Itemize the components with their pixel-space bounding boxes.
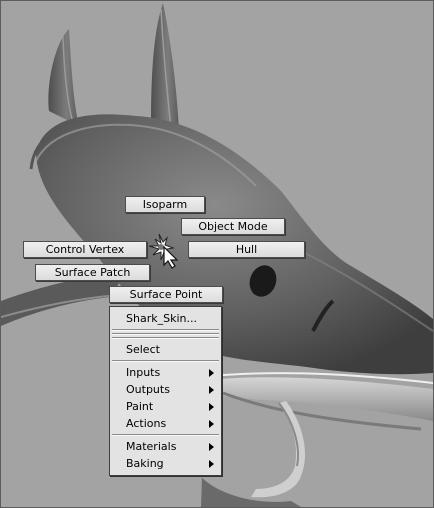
submenu-arrow-icon bbox=[209, 369, 214, 377]
menu-separator bbox=[112, 337, 219, 339]
menu-separator bbox=[112, 333, 219, 335]
menu-separator bbox=[112, 434, 219, 436]
menu-item-paint[interactable]: Paint bbox=[110, 398, 221, 415]
submenu-arrow-icon bbox=[209, 386, 214, 394]
marking-menu-center-cursor-icon bbox=[148, 233, 179, 269]
surface-patch-button[interactable]: Surface Patch bbox=[35, 264, 150, 281]
menu-item-inputs[interactable]: Inputs bbox=[110, 364, 221, 381]
menu-item-select[interactable]: Select bbox=[110, 341, 221, 358]
menu-separator bbox=[112, 360, 219, 362]
menu-item-object-name[interactable]: Shark_Skin... bbox=[110, 310, 221, 327]
object-mode-button[interactable]: Object Mode bbox=[181, 218, 285, 235]
menu-separator bbox=[112, 329, 219, 331]
control-vertex-button[interactable]: Control Vertex bbox=[23, 241, 147, 258]
3d-viewport[interactable]: Isoparm Object Mode Control Vertex Hull … bbox=[0, 0, 434, 508]
menu-item-label: Outputs bbox=[126, 383, 170, 396]
menu-item-label: Select bbox=[126, 343, 160, 356]
menu-item-label: Materials bbox=[126, 440, 177, 453]
menu-item-label: Shark_Skin... bbox=[126, 312, 197, 325]
menu-item-outputs[interactable]: Outputs bbox=[110, 381, 221, 398]
menu-item-materials[interactable]: Materials bbox=[110, 438, 221, 455]
menu-item-actions[interactable]: Actions bbox=[110, 415, 221, 432]
menu-item-label: Paint bbox=[126, 400, 154, 413]
surface-point-button[interactable]: Surface Point bbox=[109, 286, 223, 303]
submenu-arrow-icon bbox=[209, 420, 214, 428]
submenu-arrow-icon bbox=[209, 460, 214, 468]
hull-button[interactable]: Hull bbox=[188, 241, 305, 258]
context-menu: Shark_Skin... Select Inputs Outputs Pain… bbox=[109, 306, 222, 476]
menu-item-label: Actions bbox=[126, 417, 167, 430]
isoparm-button[interactable]: Isoparm bbox=[125, 196, 205, 213]
submenu-arrow-icon bbox=[209, 403, 214, 411]
menu-item-baking[interactable]: Baking bbox=[110, 455, 221, 472]
menu-item-label: Inputs bbox=[126, 366, 161, 379]
submenu-arrow-icon bbox=[209, 443, 214, 451]
menu-item-label: Baking bbox=[126, 457, 164, 470]
